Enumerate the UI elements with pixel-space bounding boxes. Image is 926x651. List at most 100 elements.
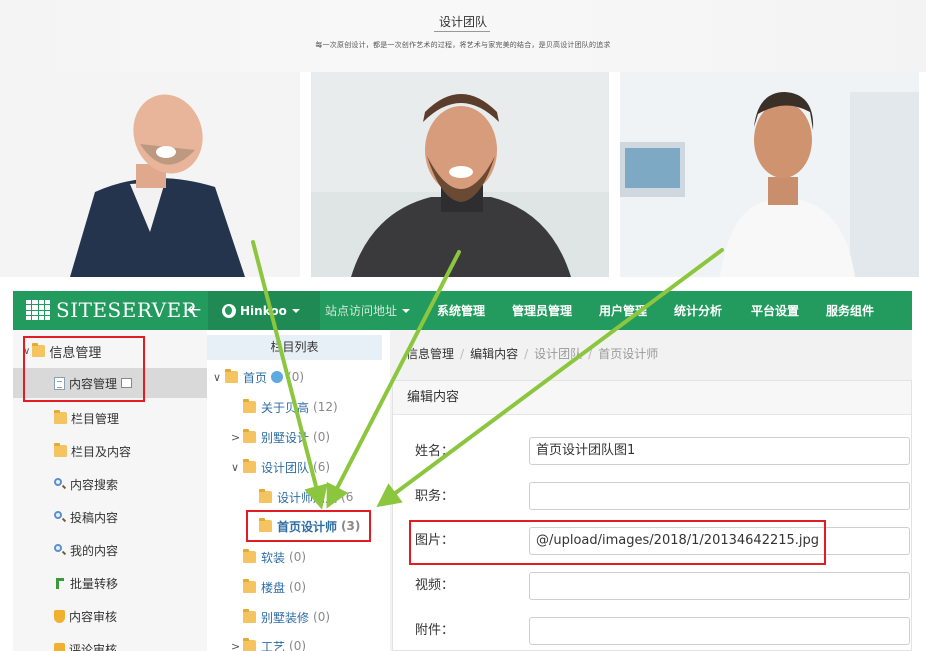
folder-icon	[243, 459, 256, 473]
sidebar-item-label: 批量转移	[70, 576, 119, 591]
sidebar-item-batch-move[interactable]: 批量转移	[13, 568, 207, 598]
edit-content-card: 编辑内容 姓名： 首页设计团队图1 职务： 图片： @/upload/image…	[392, 380, 912, 651]
open-window-icon[interactable]	[121, 378, 133, 388]
sidebar-item-review[interactable]: 内容审核	[13, 601, 207, 631]
chevron-down-icon[interactable]: ∨	[231, 461, 243, 474]
folder-icon	[243, 399, 256, 413]
tree-node-label: 首页设计师	[277, 519, 338, 534]
tree-node-home-designers[interactable]: 首页设计师 (3)	[259, 516, 360, 536]
tree-node-count: (0)	[287, 370, 305, 384]
folder-icon	[32, 343, 46, 357]
breadcrumb-item[interactable]: 设计团队	[534, 347, 582, 361]
shield-icon	[54, 609, 65, 623]
siteserver-logo[interactable]: SITESERVER	[26, 298, 198, 322]
sidebar-item-comment-review[interactable]: 评论审核	[13, 634, 207, 651]
sidebar-item-columns[interactable]: 栏目管理	[13, 403, 207, 433]
video-label: 视频：	[415, 578, 455, 593]
tree-node-count: (0)	[289, 639, 307, 651]
page-icon	[54, 376, 65, 390]
chevron-down-icon[interactable]: ∨	[213, 371, 225, 384]
sidebar-header-label: 信息管理	[49, 345, 102, 361]
nav-system[interactable]: 系统管理	[437, 291, 485, 330]
sidebar-item-label: 栏目管理	[71, 411, 120, 426]
column-tree: 栏目列表 ∨ 首页 (0) 关于贝高 (12) > 别墅设计 (0) ∨ 设计团…	[207, 330, 390, 651]
folder-icon	[243, 638, 256, 651]
folder-icon	[259, 489, 272, 503]
tree-node-join[interactable]: 设计师加入 (6	[259, 487, 353, 507]
breadcrumb-item: 首页设计师	[598, 347, 659, 361]
nav-site-url[interactable]: 站点访问地址	[325, 291, 411, 330]
tree-node-count: (6)	[313, 460, 331, 474]
tree-node-count: (0)	[313, 610, 331, 624]
tree-node-villa-design[interactable]: > 别墅设计 (0)	[231, 427, 330, 447]
screenshot-stage: 设计团队 每一次原创设计，都是一次创作艺术的过程，将艺术与家完美的结合，是贝高设…	[0, 0, 926, 651]
sidebar-item-columns-content[interactable]: 栏目及内容	[13, 436, 207, 466]
tree-node-label: 关于贝高	[261, 400, 310, 415]
tree-node-count: (12)	[313, 400, 338, 414]
tree-node-home[interactable]: ∨ 首页 (0)	[213, 367, 304, 387]
breadcrumb-item[interactable]: 信息管理	[406, 347, 454, 361]
sidebar-item-label: 我的内容	[70, 543, 119, 558]
website-banner: 设计团队 每一次原创设计，都是一次创作艺术的过程，将艺术与家完美的结合，是贝高设…	[0, 0, 926, 72]
tree-node-label: 楼盘	[261, 580, 286, 595]
site-selector[interactable]: Hinkoo	[208, 291, 320, 330]
tree-node-design-team[interactable]: ∨ 设计团队 (6)	[231, 457, 330, 477]
chevron-right-icon[interactable]: >	[231, 640, 243, 651]
grid-logo-icon	[26, 300, 50, 320]
team-photo-2	[311, 72, 609, 277]
name-label: 姓名：	[415, 444, 455, 459]
sidebar-item-label: 评论审核	[69, 642, 118, 651]
sidebar: ∨ 信息管理 内容管理 栏目管理 栏目及内容 内容搜索 投稿内容 我的内容 批量…	[13, 330, 207, 651]
folder-icon	[243, 549, 256, 563]
shield-icon	[54, 642, 65, 651]
team-photo-3	[620, 72, 919, 277]
tree-node-count: (6	[341, 490, 354, 504]
nav-platform[interactable]: 平台设置	[751, 291, 799, 330]
name-input[interactable]: 首页设计团队图1	[529, 437, 910, 465]
image-path-input[interactable]: @/upload/images/2018/1/20134642215.jpg	[529, 527, 910, 555]
breadcrumb-item[interactable]: 编辑内容	[470, 347, 518, 361]
position-input[interactable]	[529, 482, 910, 510]
card-title: 编辑内容	[393, 381, 911, 415]
banner-subtitle: 每一次原创设计，都是一次创作艺术的过程，将艺术与家完美的结合，是贝高设计团队的追…	[315, 41, 611, 49]
logo-text: SITESERVER	[56, 298, 198, 322]
tree-node-property[interactable]: 楼盘 (0)	[243, 577, 306, 597]
column-tree-header: 栏目列表	[207, 335, 382, 360]
site-selector-label: Hinkoo	[240, 303, 287, 318]
cms-topbar: SITESERVER ← Hinkoo 站点访问地址 系统管理 管理员管理 用户…	[13, 291, 912, 330]
sidebar-item-search[interactable]: 内容搜索	[13, 469, 207, 499]
nav-admins[interactable]: 管理员管理	[512, 291, 572, 330]
tree-node-label: 工艺	[261, 639, 286, 651]
tree-node-label: 设计团队	[261, 460, 310, 475]
search-icon	[54, 511, 66, 523]
video-input[interactable]	[529, 572, 910, 600]
back-arrow-icon[interactable]: ←	[187, 300, 201, 320]
globe-icon	[271, 371, 284, 383]
search-icon	[54, 478, 66, 490]
folder-icon	[225, 369, 238, 383]
sidebar-item-label: 内容审核	[69, 609, 118, 624]
tree-node-about[interactable]: 关于贝高 (12)	[243, 397, 338, 417]
chevron-right-icon[interactable]: >	[231, 431, 243, 444]
folder-icon	[54, 410, 67, 424]
tree-node-craft[interactable]: > 工艺 (0)	[231, 636, 306, 651]
attachment-input[interactable]	[529, 617, 910, 645]
tree-node-label: 软装	[261, 550, 286, 565]
folder-icon	[243, 609, 256, 623]
chevron-down-icon: ∨	[23, 345, 31, 357]
globe-icon	[222, 303, 236, 318]
sidebar-item-label: 内容搜索	[70, 477, 119, 492]
nav-stats[interactable]: 统计分析	[674, 291, 722, 330]
nav-services[interactable]: 服务组件	[826, 291, 874, 330]
tree-node-count: (0)	[289, 550, 307, 564]
tree-node-soft-decor[interactable]: 软装 (0)	[243, 547, 306, 567]
nav-users[interactable]: 用户管理	[599, 291, 647, 330]
tree-node-villa-renovation[interactable]: 别墅装修 (0)	[243, 607, 330, 627]
sidebar-item-content[interactable]: 内容管理	[13, 368, 207, 398]
sidebar-item-submissions[interactable]: 投稿内容	[13, 502, 207, 532]
image-label: 图片：	[415, 533, 455, 548]
sidebar-item-label: 栏目及内容	[71, 444, 132, 459]
sidebar-header-info[interactable]: ∨ 信息管理	[13, 338, 207, 364]
sidebar-item-my-content[interactable]: 我的内容	[13, 535, 207, 565]
nav-label: 站点访问地址	[325, 304, 398, 318]
